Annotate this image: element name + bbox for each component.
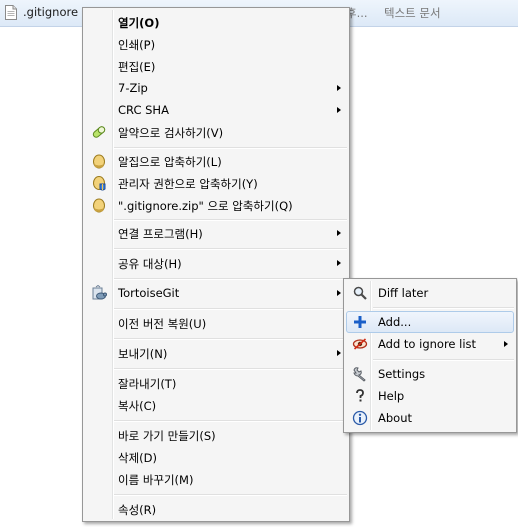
submenu-item-label: Help: [378, 389, 405, 403]
menu-item-label: 편집(E): [118, 60, 156, 74]
menu-item-label: 관리자 권한으로 압축하기(Y): [118, 177, 258, 191]
menu-item-open-with[interactable]: 연결 프로그램(H): [85, 222, 347, 244]
menu-item-tortoisegit[interactable]: TortoiseGit: [85, 282, 347, 304]
menu-separator: [114, 147, 347, 149]
menu-item-label: 삭제(D): [118, 451, 157, 465]
menu-item-delete[interactable]: 삭제(D): [85, 446, 347, 468]
text-file-icon: [5, 5, 17, 20]
info-icon: [352, 410, 368, 426]
submenu-item-label: Add to ignore list: [378, 337, 477, 351]
magnifier-icon: [353, 286, 367, 300]
submenu-arrow-icon: [337, 85, 341, 91]
menu-item-share-with[interactable]: 공유 대상(H): [85, 252, 347, 274]
menu-item-7zip[interactable]: 7-Zip: [85, 77, 347, 99]
menu-item-alzip-compress[interactable]: 알집으로 압축하기(L): [85, 150, 347, 172]
submenu-item-label: Diff later: [378, 286, 429, 300]
menu-item-zip-compress[interactable]: ".gitignore.zip" 으로 압축하기(Q): [85, 194, 347, 216]
submenu-item-add-ignore[interactable]: Add to ignore list: [346, 333, 514, 355]
menu-item-restore-previous[interactable]: 이전 버전 복원(U): [85, 312, 347, 334]
submenu-item-diff-later[interactable]: Diff later: [346, 282, 514, 304]
submenu-arrow-icon: [337, 290, 341, 296]
menu-separator: [114, 248, 347, 250]
menu-separator: [114, 420, 347, 422]
menu-item-label: 알약으로 검사하기(V): [118, 126, 224, 140]
menu-item-label: 복사(C): [118, 399, 157, 413]
submenu-item-about[interactable]: About: [346, 407, 514, 429]
submenu-item-settings[interactable]: Settings: [346, 363, 514, 385]
tortoisegit-icon: [92, 285, 107, 300]
tortoisegit-submenu: Diff later Add... Add to ignore list Set…: [343, 278, 517, 433]
file-type: 텍스트 문서: [384, 6, 441, 20]
menu-item-label: 인쇄(P): [118, 38, 156, 52]
menu-item-label: 알집으로 압축하기(L): [118, 155, 222, 169]
plus-icon: [354, 316, 366, 328]
menu-separator: [114, 278, 347, 280]
menu-item-edit[interactable]: 편집(E): [85, 55, 347, 77]
submenu-item-help[interactable]: Help: [346, 385, 514, 407]
wrench-icon: [353, 367, 366, 382]
submenu-item-add[interactable]: Add...: [346, 311, 514, 333]
ayak-pill-icon: [92, 126, 106, 138]
menu-item-label: ".gitignore.zip" 으로 압축하기(Q): [118, 199, 293, 213]
menu-separator: [373, 359, 514, 361]
menu-item-crc-sha[interactable]: CRC SHA: [85, 99, 347, 121]
menu-separator: [114, 494, 347, 496]
submenu-arrow-icon: [337, 350, 341, 356]
menu-separator: [114, 219, 347, 221]
menu-separator: [373, 307, 514, 309]
menu-item-cut[interactable]: 잘라내기(T): [85, 372, 347, 394]
menu-separator: [114, 368, 347, 370]
menu-item-send-to[interactable]: 보내기(N): [85, 342, 347, 364]
ignore-eye-icon: [352, 338, 368, 350]
menu-item-label: 보내기(N): [118, 347, 168, 361]
menu-item-print[interactable]: 인쇄(P): [85, 33, 347, 55]
menu-item-ayak-scan[interactable]: 알약으로 검사하기(V): [85, 121, 347, 143]
menu-item-copy[interactable]: 복사(C): [85, 394, 347, 416]
menu-item-label: 연결 프로그램(H): [118, 227, 203, 241]
submenu-arrow-icon: [337, 260, 341, 266]
submenu-item-label: About: [378, 411, 413, 425]
menu-item-label: 열기(O): [118, 16, 160, 30]
alzip-admin-icon: [93, 176, 106, 191]
submenu-arrow-icon: [337, 107, 341, 113]
menu-item-label: 바로 가기 만들기(S): [118, 429, 216, 443]
submenu-item-label: Add...: [378, 315, 412, 329]
menu-separator: [114, 338, 347, 340]
menu-item-admin-compress[interactable]: 관리자 권한으로 압축하기(Y): [85, 172, 347, 194]
menu-item-properties[interactable]: 속성(R): [85, 498, 347, 520]
menu-item-label: TortoiseGit: [118, 286, 180, 300]
menu-item-label: 7-Zip: [118, 81, 148, 95]
menu-item-label: 이름 바꾸기(M): [118, 473, 194, 487]
submenu-arrow-icon: [337, 230, 341, 236]
menu-item-create-shortcut[interactable]: 바로 가기 만들기(S): [85, 424, 347, 446]
menu-item-rename[interactable]: 이름 바꾸기(M): [85, 468, 347, 490]
submenu-arrow-icon: [504, 341, 508, 347]
menu-item-label: 속성(R): [118, 503, 157, 517]
menu-item-label: CRC SHA: [118, 103, 169, 117]
menu-item-open[interactable]: 열기(O): [85, 11, 347, 33]
menu-item-label: 이전 버전 복원(U): [118, 317, 207, 331]
menu-separator: [114, 308, 347, 310]
question-icon: [356, 389, 364, 402]
alzip-egg-icon: [93, 198, 105, 213]
alzip-egg-icon: [93, 154, 105, 169]
context-menu: 열기(O) 인쇄(P) 편집(E) 7-Zip CRC SHA 알약으로 검사하…: [82, 7, 350, 522]
menu-item-label: 공유 대상(H): [118, 257, 182, 271]
submenu-item-label: Settings: [378, 367, 426, 381]
file-name: .gitignore: [23, 5, 79, 19]
menu-item-label: 잘라내기(T): [118, 377, 177, 391]
